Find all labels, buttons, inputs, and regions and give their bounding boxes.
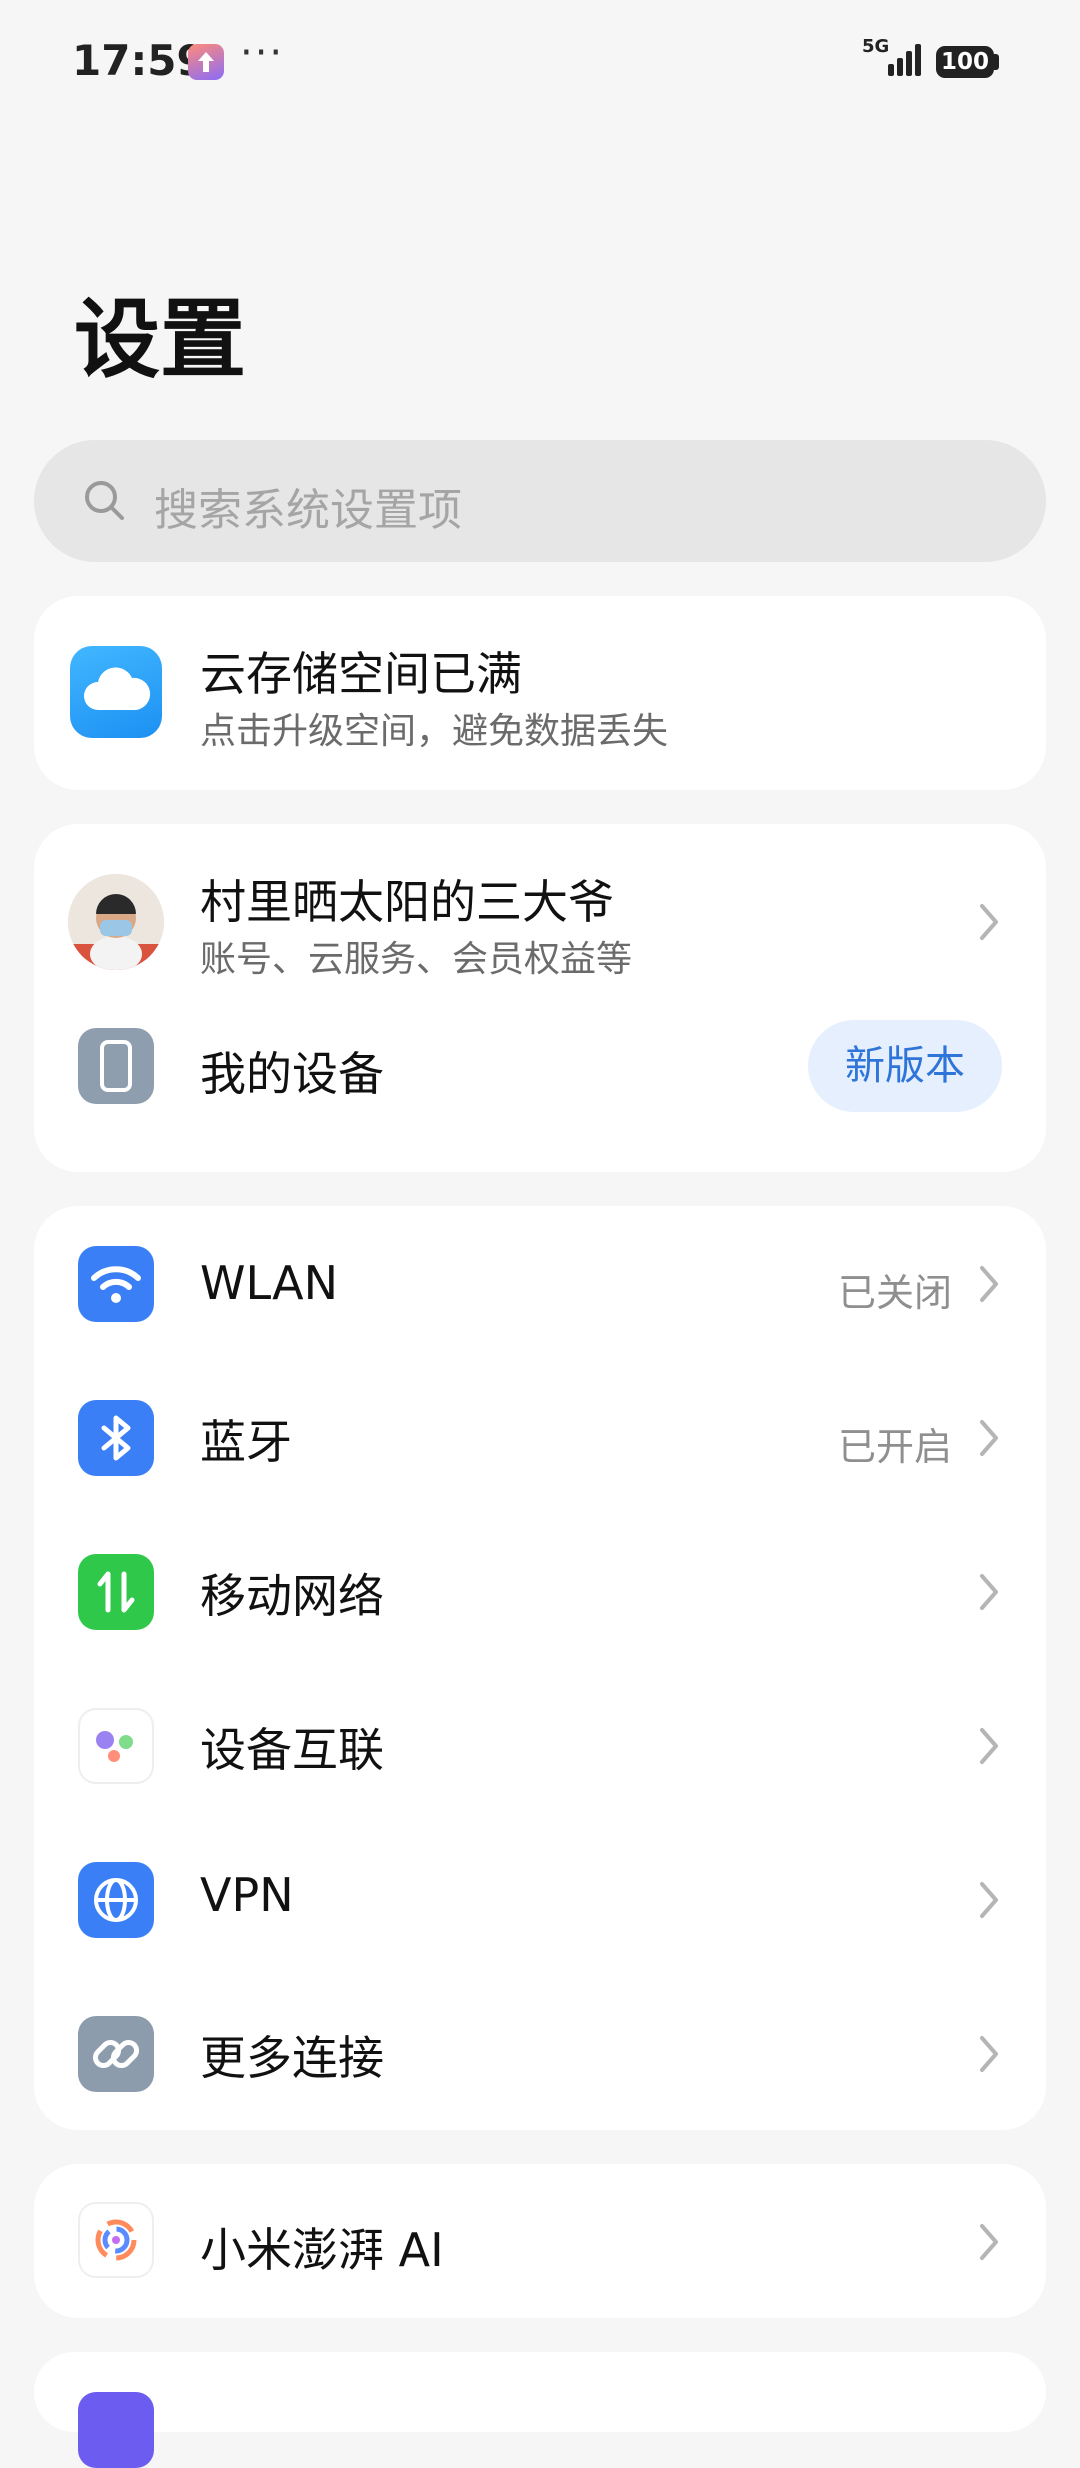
cloud-storage-card[interactable]: 云存储空间已满 点击升级空间，避免数据丢失 xyxy=(34,596,1046,790)
account-card: 村里晒太阳的三大爷 账号、云服务、会员权益等 我的设备 新版本 xyxy=(34,824,1046,1172)
partial-icon xyxy=(78,2392,154,2468)
globe-icon xyxy=(78,1862,154,1938)
device-connect-icon xyxy=(78,1708,154,1784)
device-connect-label: 设备互联 xyxy=(200,1723,384,1777)
mobile-network-label: 移动网络 xyxy=(200,1569,384,1623)
battery-tip xyxy=(994,54,999,70)
chevron-right-icon xyxy=(980,1728,998,1764)
chevron-right-icon xyxy=(980,1266,998,1302)
chevron-right-icon xyxy=(980,1882,998,1918)
mobile-data-icon xyxy=(78,1554,154,1630)
settings-item-wlan[interactable]: WLAN 已关闭 xyxy=(34,1206,1046,1360)
chevron-right-icon xyxy=(980,1420,998,1456)
more-notifications-icon: ··· xyxy=(240,30,285,76)
network-type: 5G xyxy=(862,36,890,57)
settings-item-more-connections[interactable]: 更多连接 xyxy=(34,1976,1046,2130)
ai-card: 小米澎湃 AI xyxy=(34,2164,1046,2318)
cloud-storage-title: 云存储空间已满 xyxy=(200,647,522,701)
avatar xyxy=(68,874,164,970)
xiaomi-ai-icon xyxy=(78,2202,154,2278)
settings-item-bluetooth[interactable]: 蓝牙 已开启 xyxy=(34,1360,1046,1514)
account-name: 村里晒太阳的三大爷 xyxy=(200,875,614,929)
connectivity-card: WLAN 已关闭 蓝牙 已开启 移动网络 设备互联 VPN 更多连接 xyxy=(34,1206,1046,2130)
wlan-label: WLAN xyxy=(200,1256,339,1310)
new-version-badge[interactable]: 新版本 xyxy=(808,1020,1002,1112)
vpn-label: VPN xyxy=(200,1868,294,1922)
account-row[interactable]: 村里晒太阳的三大爷 账号、云服务、会员权益等 xyxy=(34,824,1046,998)
search-input[interactable]: 搜索系统设置项 xyxy=(34,440,1046,562)
chevron-right-icon xyxy=(980,904,998,940)
page-title: 设置 xyxy=(74,290,246,390)
app-notification-icon xyxy=(188,44,224,80)
cloud-storage-subtitle: 点击升级空间，避免数据丢失 xyxy=(200,711,669,752)
next-settings-card xyxy=(34,2352,1046,2468)
my-device-label: 我的设备 xyxy=(200,1047,384,1101)
search-placeholder: 搜索系统设置项 xyxy=(154,485,462,536)
bluetooth-icon xyxy=(78,1400,154,1476)
account-subtitle: 账号、云服务、会员权益等 xyxy=(200,939,633,980)
settings-item-mobile-network[interactable]: 移动网络 xyxy=(34,1514,1046,1668)
wifi-icon xyxy=(78,1246,154,1322)
more-connections-label: 更多连接 xyxy=(200,2031,384,2085)
wlan-status: 已关闭 xyxy=(837,1271,952,1315)
signal-strength-icon xyxy=(888,44,921,76)
settings-item-xiaomi-ai[interactable]: 小米澎湃 AI xyxy=(34,2164,1046,2318)
xiaomi-ai-label: 小米澎湃 AI xyxy=(200,2223,444,2277)
my-device-row[interactable]: 我的设备 新版本 xyxy=(34,998,1046,1172)
phone-device-icon xyxy=(78,1028,154,1104)
search-icon xyxy=(85,481,124,520)
chevron-right-icon xyxy=(980,2224,998,2260)
bluetooth-status: 已开启 xyxy=(837,1425,952,1469)
status-bar: 17:59 ··· 5G 100 xyxy=(0,0,1080,124)
settings-item-device-connect[interactable]: 设备互联 xyxy=(34,1668,1046,1822)
status-time: 17:59 xyxy=(72,36,206,85)
bluetooth-label: 蓝牙 xyxy=(200,1415,292,1469)
battery-indicator: 100 xyxy=(936,46,994,78)
chevron-right-icon xyxy=(980,1574,998,1610)
chevron-right-icon xyxy=(980,2036,998,2072)
cloud-icon xyxy=(70,646,162,738)
settings-item-vpn[interactable]: VPN xyxy=(34,1822,1046,1976)
link-icon xyxy=(78,2016,154,2092)
